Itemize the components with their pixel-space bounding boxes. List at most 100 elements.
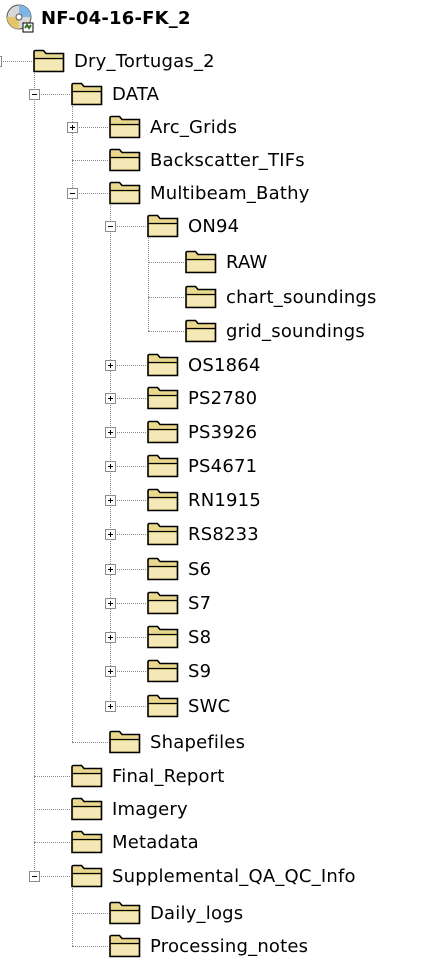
- tree-node-raw[interactable]: RAW: [184, 247, 270, 277]
- tree-node-rs8233[interactable]: RS8233: [146, 519, 261, 549]
- tree-node-imagery[interactable]: Imagery: [70, 794, 190, 824]
- folder-icon: [147, 214, 179, 238]
- tree-node-label: Arc_Grids: [150, 116, 238, 138]
- folder-icon: [71, 797, 103, 821]
- tree-connector: [0, 61, 32, 62]
- folder-tree: NF-04-16-FK_2 Dry_Tortugas_2 DATA Arc_Grid…: [0, 0, 431, 965]
- tree-node-swc[interactable]: SWC: [146, 691, 232, 721]
- tree-node-label: S7: [188, 592, 212, 614]
- tree-node-label: Final_Report: [112, 765, 225, 787]
- tree-node-s7[interactable]: S7: [146, 588, 213, 618]
- collapse-toggle[interactable]: [105, 221, 116, 232]
- tree-node-label: S9: [188, 660, 212, 682]
- tree-connector: [148, 331, 184, 332]
- tree-node-ps2780[interactable]: PS2780: [146, 383, 259, 413]
- tree-node-label: Metadata: [112, 831, 199, 853]
- tree-node-s8[interactable]: S8: [146, 622, 213, 652]
- folder-icon: [147, 659, 179, 683]
- tree-node-supplemental-qa-qc-info[interactable]: Supplemental_QA_QC_Info: [70, 861, 358, 891]
- tree-node-label: Daily_logs: [150, 902, 244, 924]
- tree-node-label: PS2780: [188, 387, 258, 409]
- expand-toggle[interactable]: [105, 598, 116, 609]
- folder-icon: [185, 319, 217, 343]
- folder-icon: [147, 454, 179, 478]
- folder-icon: [147, 591, 179, 615]
- folder-icon: [109, 115, 141, 139]
- expand-toggle[interactable]: [67, 122, 78, 133]
- tree-node-shapefiles[interactable]: Shapefiles: [108, 727, 247, 757]
- tree-node-backscatter-tifs[interactable]: Backscatter_TIFs: [108, 145, 307, 175]
- tree-node-label: Backscatter_TIFs: [150, 149, 305, 171]
- folder-icon: [71, 764, 103, 788]
- tree-node-os1864[interactable]: OS1864: [146, 350, 263, 380]
- tree-connector: [148, 262, 184, 263]
- tree-connector: [34, 776, 70, 777]
- tree-node-label: RN1915: [188, 489, 261, 511]
- tree-node-label: S6: [188, 558, 212, 580]
- tree-node-chart-soundings[interactable]: chart_soundings: [184, 282, 379, 312]
- tree-node-ps3926[interactable]: PS3926: [146, 417, 259, 447]
- tree-connector: [72, 160, 108, 161]
- folder-icon: [147, 386, 179, 410]
- folder-icon: [185, 250, 217, 274]
- expand-toggle[interactable]: [105, 564, 116, 575]
- tree-root[interactable]: NF-04-16-FK_2: [5, 3, 193, 33]
- tree-node-rn1915[interactable]: RN1915: [146, 485, 263, 515]
- expand-toggle[interactable]: [105, 495, 116, 506]
- tree-node-metadata[interactable]: Metadata: [70, 827, 201, 857]
- collapse-toggle[interactable]: [0, 56, 2, 67]
- folder-icon: [109, 730, 141, 754]
- tree-node-label: DATA: [112, 83, 160, 105]
- tree-connector: [72, 946, 108, 947]
- collapse-toggle[interactable]: [29, 89, 40, 100]
- tree-connector: [34, 842, 70, 843]
- tree-node-label: Processing_notes: [150, 935, 309, 957]
- expand-toggle[interactable]: [105, 529, 116, 540]
- cd-drive-icon: [6, 4, 34, 33]
- expand-toggle[interactable]: [105, 393, 116, 404]
- tree-node-dry-tortugas-2[interactable]: Dry_Tortugas_2: [32, 46, 217, 76]
- tree-node-label: Dry_Tortugas_2: [74, 50, 215, 72]
- expand-toggle[interactable]: [105, 632, 116, 643]
- tree-root-label: NF-04-16-FK_2: [41, 7, 191, 29]
- tree-connector: [34, 809, 70, 810]
- expand-toggle[interactable]: [105, 666, 116, 677]
- tree-connector: [148, 238, 149, 331]
- tree-node-label: ON94: [188, 215, 240, 237]
- tree-node-grid-soundings[interactable]: grid_soundings: [184, 316, 367, 346]
- tree-node-s6[interactable]: S6: [146, 554, 213, 584]
- tree-connector: [72, 888, 73, 946]
- collapse-toggle[interactable]: [29, 871, 40, 882]
- tree-node-processing-notes[interactable]: Processing_notes: [108, 931, 310, 961]
- folder-icon: [109, 181, 141, 205]
- tree-connector: [72, 742, 108, 743]
- tree-node-data[interactable]: DATA: [70, 79, 161, 109]
- folder-icon: [147, 353, 179, 377]
- tree-node-label: Shapefiles: [150, 731, 246, 753]
- folder-icon: [71, 864, 103, 888]
- collapse-toggle[interactable]: [67, 188, 78, 199]
- tree-node-ps4671[interactable]: PS4671: [146, 451, 259, 481]
- folder-icon: [33, 49, 65, 73]
- expand-toggle[interactable]: [105, 427, 116, 438]
- tree-node-label: Supplemental_QA_QC_Info: [112, 865, 356, 887]
- folder-icon: [109, 148, 141, 172]
- tree-node-on94[interactable]: ON94: [146, 211, 241, 241]
- tree-node-label: RS8233: [188, 523, 259, 545]
- folder-icon: [71, 830, 103, 854]
- tree-node-label: PS4671: [188, 455, 258, 477]
- expand-toggle[interactable]: [105, 360, 116, 371]
- tree-connector: [72, 913, 108, 914]
- tree-node-label: Multibeam_Bathy: [150, 182, 310, 204]
- tree-node-arc-grids[interactable]: Arc_Grids: [108, 112, 239, 142]
- folder-icon: [147, 694, 179, 718]
- expand-toggle[interactable]: [105, 701, 116, 712]
- tree-node-s9[interactable]: S9: [146, 656, 213, 686]
- tree-connector: [34, 73, 35, 876]
- tree-node-multibeam-bathy[interactable]: Multibeam_Bathy: [108, 178, 312, 208]
- folder-icon: [109, 934, 141, 958]
- expand-toggle[interactable]: [105, 461, 116, 472]
- tree-node-final-report[interactable]: Final_Report: [70, 761, 227, 791]
- tree-node-daily-logs[interactable]: Daily_logs: [108, 898, 245, 928]
- folder-icon: [147, 522, 179, 546]
